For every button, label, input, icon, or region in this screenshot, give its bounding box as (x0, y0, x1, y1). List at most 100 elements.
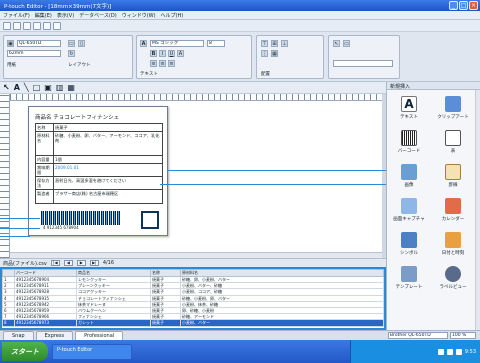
prev-record-button[interactable]: ◀ (63, 260, 73, 266)
menu-database[interactable]: データベース(D) (79, 12, 117, 19)
image-tool-icon[interactable]: ▣ (44, 83, 52, 92)
insert-barcode-button[interactable]: バーコード (387, 128, 431, 158)
start-button[interactable]: スタート (2, 342, 48, 361)
printer-select[interactable]: QL-650TD (17, 40, 61, 47)
font-name-select[interactable]: MS ゴシック (150, 40, 204, 47)
next-record-button[interactable]: ▶ (76, 260, 86, 266)
rotate-icon[interactable]: ↻ (68, 50, 75, 57)
underline-icon[interactable]: U (168, 50, 175, 57)
panel-item-label: ラベルビュー (439, 285, 467, 290)
last-record-button[interactable]: ▶| (89, 260, 99, 266)
paper-property-group: ▣ QL-650TD 62mm 用紙 ▭ ▯ ↻ レイアウト (3, 35, 133, 79)
tray-icon[interactable] (455, 348, 462, 355)
panel-scrollbar[interactable] (475, 90, 480, 330)
menu-view[interactable]: 表示(V) (57, 12, 74, 19)
insert-text-button[interactable]: A テキスト (387, 94, 431, 124)
insert-clipart-button[interactable]: クリップアート (431, 94, 475, 124)
barcode-tool-icon[interactable]: ▥ (56, 83, 64, 92)
menu-edit[interactable]: 編集(E) (35, 12, 52, 19)
mode-tab-bar: Snap Express Professional Brother QL-650… (0, 330, 480, 341)
object-icon-2[interactable]: ▭ (343, 40, 350, 47)
insert-table-button[interactable]: 表 (431, 128, 475, 158)
select-tool-icon[interactable]: ↖ (3, 83, 10, 92)
tray-icon[interactable] (437, 348, 444, 355)
layout-right-icon[interactable]: ▯ (78, 40, 85, 47)
label-key: 名称 (35, 123, 54, 132)
label-value: 1個 (53, 155, 163, 164)
align-middle-icon[interactable]: ⊞ (271, 40, 278, 47)
label-layout[interactable]: 商品名 チョコレートフィナンシェ 名称 焼菓子 原材料名 砂糖、小麦粉、卵、バター、… (28, 106, 168, 236)
barcode-image[interactable] (41, 211, 121, 225)
insert-labelview-button[interactable]: ラベルビュー (431, 264, 475, 294)
tray-icon[interactable] (446, 348, 453, 355)
maximize-button[interactable]: □ (459, 1, 468, 10)
align-left-icon[interactable]: ≡ (150, 60, 157, 67)
align-right-icon[interactable]: ≡ (168, 60, 175, 67)
printer-status-select[interactable]: Brother QL-650TD (388, 332, 448, 339)
panel-item-label: クリップアート (437, 115, 469, 120)
line-tool-icon[interactable]: ╲ (24, 83, 29, 92)
align-top-icon[interactable]: ⊤ (261, 40, 268, 47)
align-bottom-icon[interactable]: ⊥ (281, 40, 288, 47)
align-label: 配置 (261, 72, 270, 77)
database-grid[interactable]: バーコード 商品名 名称 原材料名 1 4912345678904 レモンクッキー焼… (0, 267, 386, 330)
tape-width-select[interactable]: 62mm (7, 50, 61, 57)
screen-capture-icon (401, 198, 417, 214)
column-header[interactable] (2, 269, 15, 277)
panel-item-label: 画面キャプチャ (393, 217, 425, 222)
insert-template-button[interactable]: テンプレート (387, 264, 431, 294)
barcode-number: 4 912345 678904 (43, 225, 79, 230)
font-size-select[interactable]: 8 (207, 40, 225, 47)
template-icon (401, 266, 417, 282)
first-record-button[interactable]: |◀ (50, 260, 60, 266)
open-folder-icon[interactable] (13, 22, 21, 30)
close-button[interactable]: × (469, 1, 478, 10)
insert-frame-button[interactable]: 罫線 (431, 162, 475, 192)
table-tool-icon[interactable]: ▦ (67, 83, 75, 92)
insert-datetime-button[interactable]: 日付と時刻 (431, 230, 475, 260)
zoom-select[interactable]: 100 % (450, 332, 476, 339)
minimize-button[interactable]: _ (449, 1, 458, 10)
new-file-icon[interactable] (3, 22, 11, 30)
shape-tool-icon[interactable]: □ (33, 83, 41, 92)
column-header[interactable]: 名称 (150, 269, 181, 277)
column-header[interactable]: 原材料名 (180, 269, 384, 277)
print-icon[interactable] (33, 22, 41, 30)
cut-icon[interactable] (53, 22, 61, 30)
bold-icon[interactable]: B (150, 50, 157, 57)
taskbar-app-button[interactable]: P-touch Editor (52, 343, 132, 360)
table-row-selected[interactable]: 8 4912345678973 ガレット 焼菓子 小麦粉、バター (2, 319, 384, 327)
menu-help[interactable]: ヘルプ(H) (161, 12, 184, 19)
preview-icon[interactable] (43, 22, 51, 30)
outline-icon[interactable]: A (177, 50, 184, 57)
barcode-icon (401, 130, 417, 146)
save-icon[interactable] (23, 22, 31, 30)
layout-left-icon[interactable]: ▭ (68, 40, 75, 47)
object-select[interactable] (333, 60, 393, 67)
insert-calendar-button[interactable]: カレンダー (431, 196, 475, 226)
tab-professional[interactable]: Professional (75, 330, 124, 341)
panel-item-label: カレンダー (441, 217, 465, 222)
windows-taskbar: スタート P-touch Editor 9:53 (0, 340, 480, 363)
database-filename: 商品(ファイル).csv (3, 260, 47, 267)
object-icon-1[interactable]: ↖ (333, 40, 340, 47)
column-header[interactable]: バーコード (14, 269, 77, 277)
insert-symbol-button[interactable]: シンボル (387, 230, 431, 260)
recycle-mark-icon[interactable] (141, 211, 159, 229)
label-key: 原材料名 (35, 131, 54, 156)
insert-image-button[interactable]: 画像 (387, 162, 431, 192)
align-center-icon[interactable]: ≡ (159, 60, 166, 67)
insert-capture-button[interactable]: 画面キャプチャ (387, 196, 431, 226)
tab-express[interactable]: Express (35, 330, 74, 341)
text-label: テキスト (140, 72, 158, 77)
menu-window[interactable]: ウィンドウ(W) (122, 12, 156, 19)
menu-file[interactable]: ファイル(F) (3, 12, 30, 19)
label-table[interactable]: 名称 焼菓子 原材料名 砂糖、小麦粉、卵、バター、アーモンド、ココア、乳化剤 内容量… (35, 123, 163, 204)
group-icon[interactable]: ▦ (271, 50, 278, 57)
label-value: ブラザー商店(株) 名古屋市瑞穂区 (53, 189, 163, 204)
distribute-icon[interactable]: ⋮ (261, 50, 268, 57)
text-tool-icon[interactable]: A (14, 83, 20, 92)
column-header[interactable]: 商品名 (76, 269, 151, 277)
italic-icon[interactable]: I (159, 50, 166, 57)
tab-snap[interactable]: Snap (3, 330, 34, 341)
